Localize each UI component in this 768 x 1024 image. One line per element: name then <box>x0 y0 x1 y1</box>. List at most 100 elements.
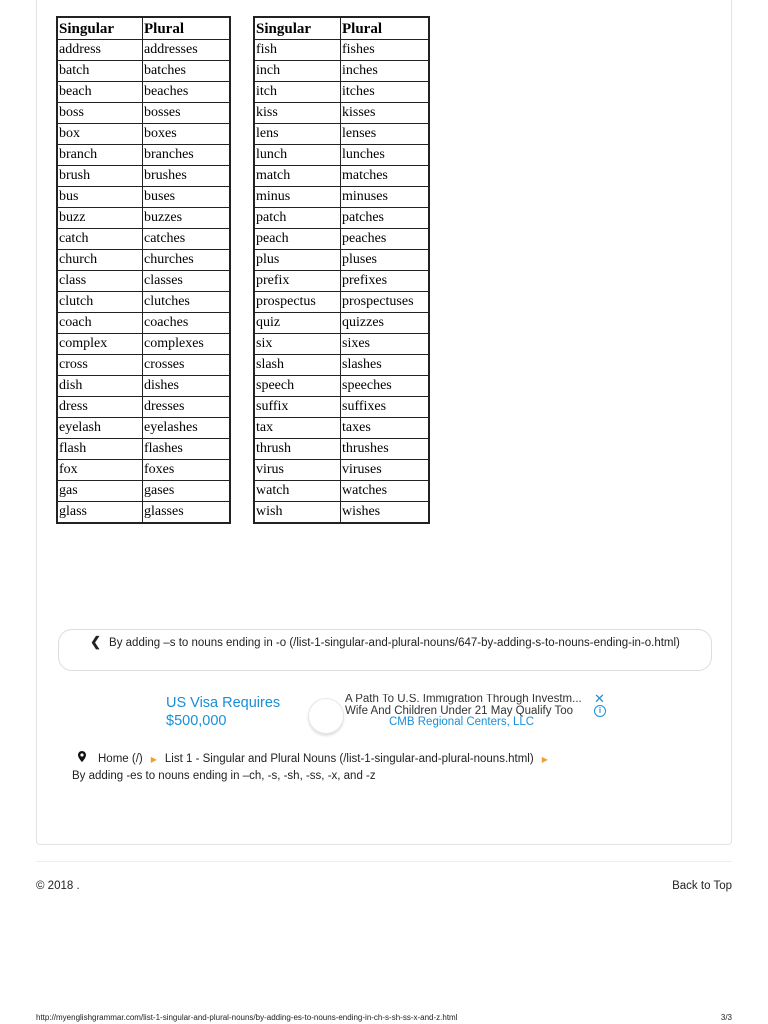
table-row: six sixes <box>253 333 430 355</box>
breadcrumb-list-1[interactable]: List 1 - Singular and Plural Nouns (/lis… <box>165 753 534 765</box>
table-row: clutch clutches <box>56 291 231 313</box>
ad-headline[interactable]: US Visa Requires $500,000 <box>166 694 280 730</box>
print-url: http://myenglishgrammar.com/list-1-singu… <box>36 1013 458 1022</box>
plural-cell: addresses <box>142 39 231 61</box>
map-pin-icon <box>78 751 86 768</box>
table-row: minus minuses <box>253 186 430 208</box>
singular-cell: glass <box>56 501 143 524</box>
singular-cell: address <box>56 39 143 61</box>
table-row: thrush thrushes <box>253 438 430 460</box>
table-row: beach beaches <box>56 81 231 103</box>
ad-headline-line1: US Visa Requires <box>166 695 281 711</box>
singular-cell: slash <box>253 354 341 376</box>
singular-cell: flash <box>56 438 143 460</box>
singular-cell: batch <box>56 60 143 82</box>
singular-cell: boss <box>56 102 143 124</box>
table-row: quiz quizzes <box>253 312 430 334</box>
plural-cell: crosses <box>142 354 231 376</box>
footer-divider <box>36 861 732 862</box>
table-row: lens lenses <box>253 123 430 145</box>
singular-cell: eyelash <box>56 417 143 439</box>
plural-cell: prospectuses <box>340 291 430 313</box>
plural-cell: fishes <box>340 39 430 61</box>
singular-cell: kiss <box>253 102 341 124</box>
table-row: boss bosses <box>56 102 231 124</box>
singular-cell: wish <box>253 501 341 524</box>
table-row: plus pluses <box>253 249 430 271</box>
caret-right-icon: ▶ <box>541 755 548 764</box>
singular-cell: six <box>253 333 341 355</box>
plural-cell: catches <box>142 228 231 250</box>
caret-right-icon: ▶ <box>150 755 157 764</box>
plural-cell: prefixes <box>340 270 430 292</box>
singular-cell: virus <box>253 459 341 481</box>
table-row: suffix suffixes <box>253 396 430 418</box>
plural-cell: minuses <box>340 186 430 208</box>
singular-cell: suffix <box>253 396 341 418</box>
table-row: eyelash eyelashes <box>56 417 231 439</box>
table-row: peach peaches <box>253 228 430 250</box>
singular-cell: watch <box>253 480 341 502</box>
plural-cell: gases <box>142 480 231 502</box>
ad-arrow-button[interactable] <box>308 698 344 734</box>
plural-cell: classes <box>142 270 231 292</box>
table-row: kiss kisses <box>253 102 430 124</box>
plural-cell: suffixes <box>340 396 430 418</box>
plural-cell: kisses <box>340 102 430 124</box>
singular-cell: prospectus <box>253 291 341 313</box>
singular-cell: dress <box>56 396 143 418</box>
table-row: class classes <box>56 270 231 292</box>
plural-cell: batches <box>142 60 231 82</box>
header-singular: Singular <box>253 16 341 40</box>
table-row: match matches <box>253 165 430 187</box>
plural-cell: bosses <box>142 102 231 124</box>
singular-cell: tax <box>253 417 341 439</box>
previous-article-link[interactable]: ❮ By adding –s to nouns ending in -o (/li… <box>58 629 712 671</box>
plural-table-right: Singular Plural fish fishes inch inches itch… <box>253 16 430 524</box>
singular-cell: coach <box>56 312 143 334</box>
header-plural: Plural <box>142 16 231 40</box>
singular-cell: clutch <box>56 291 143 313</box>
plural-cell: brushes <box>142 165 231 187</box>
singular-cell: speech <box>253 375 341 397</box>
table-row: speech speeches <box>253 375 430 397</box>
breadcrumb-home[interactable]: Home (/) <box>98 753 143 765</box>
ad-advertiser[interactable]: CMB Regional Centers, LLC <box>389 716 534 728</box>
plural-cell: buzzes <box>142 207 231 229</box>
table-row: catch catches <box>56 228 231 250</box>
singular-cell: church <box>56 249 143 271</box>
plural-cell: sixes <box>340 333 430 355</box>
table-row: buzz buzzes <box>56 207 231 229</box>
table-row: glass glasses <box>56 501 231 524</box>
table-row: virus viruses <box>253 459 430 481</box>
back-to-top-link[interactable]: Back to Top <box>672 880 732 892</box>
info-icon[interactable]: i <box>594 705 606 717</box>
plural-cell: thrushes <box>340 438 430 460</box>
plural-cell: glasses <box>142 501 231 524</box>
singular-cell: thrush <box>253 438 341 460</box>
plural-cell: matches <box>340 165 430 187</box>
table-row: tax taxes <box>253 417 430 439</box>
table-row: fish fishes <box>253 39 430 61</box>
plural-cell: branches <box>142 144 231 166</box>
plural-cell: itches <box>340 81 430 103</box>
table-row: bus buses <box>56 186 231 208</box>
table-row: prospectus prospectuses <box>253 291 430 313</box>
advertisement[interactable]: US Visa Requires $500,000 A Path To U.S.… <box>166 691 610 734</box>
singular-cell: cross <box>56 354 143 376</box>
plural-cell: lenses <box>340 123 430 145</box>
plural-cell: wishes <box>340 501 430 524</box>
table-row: branch branches <box>56 144 231 166</box>
plural-cell: peaches <box>340 228 430 250</box>
singular-cell: box <box>56 123 143 145</box>
singular-cell: dish <box>56 375 143 397</box>
table-row: dress dresses <box>56 396 231 418</box>
table-row: flash flashes <box>56 438 231 460</box>
table-row: address addresses <box>56 39 231 61</box>
plural-cell: boxes <box>142 123 231 145</box>
plural-cell: beaches <box>142 81 231 103</box>
table-row: brush brushes <box>56 165 231 187</box>
chevron-left-icon: ❮ <box>90 634 102 649</box>
singular-cell: plus <box>253 249 341 271</box>
plural-cell: flashes <box>142 438 231 460</box>
